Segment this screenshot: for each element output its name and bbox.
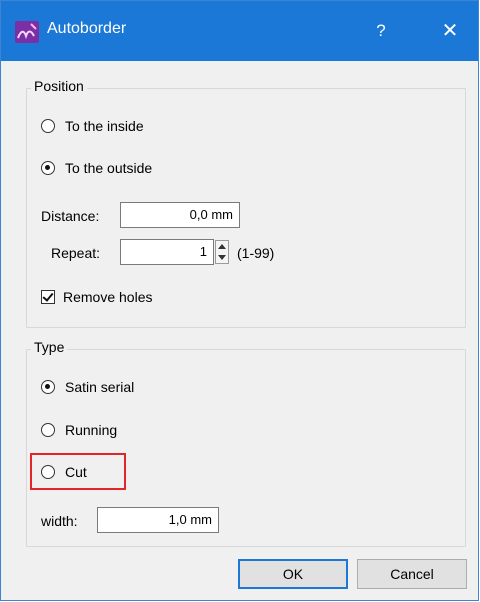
embroidery-app-icon bbox=[15, 21, 39, 43]
cut-radio[interactable] bbox=[41, 465, 55, 479]
to-outside-radio-option[interactable]: To the outside bbox=[41, 156, 152, 180]
satin-serial-radio-option[interactable]: Satin serial bbox=[41, 375, 134, 399]
remove-holes-checkbox[interactable] bbox=[41, 290, 55, 304]
running-radio-option[interactable]: Running bbox=[41, 418, 117, 442]
close-button[interactable]: ✕ bbox=[427, 11, 473, 51]
spin-up-arrow-icon[interactable] bbox=[218, 244, 226, 249]
title-bar[interactable]: Autoborder ? ✕ bbox=[1, 1, 478, 61]
spin-down-arrow-icon[interactable] bbox=[218, 255, 226, 260]
width-input[interactable]: 1,0 mm bbox=[97, 507, 219, 533]
to-outside-label: To the outside bbox=[65, 160, 153, 176]
distance-label: Distance: bbox=[41, 208, 100, 224]
remove-holes-option[interactable]: Remove holes bbox=[41, 285, 153, 309]
type-group-legend: Type bbox=[31, 339, 68, 355]
remove-holes-label: Remove holes bbox=[63, 289, 153, 305]
window-title: Autoborder bbox=[47, 20, 127, 37]
repeat-input[interactable]: 1 bbox=[120, 239, 214, 265]
running-label: Running bbox=[65, 422, 118, 438]
autoborder-dialog: Autoborder ? ✕ Position To the inside To… bbox=[0, 0, 479, 601]
satin-serial-radio[interactable] bbox=[41, 380, 55, 394]
cut-label: Cut bbox=[65, 464, 87, 480]
to-inside-label: To the inside bbox=[65, 118, 144, 134]
repeat-range-hint: (1-99) bbox=[237, 245, 275, 261]
running-radio[interactable] bbox=[41, 423, 55, 437]
satin-serial-label: Satin serial bbox=[65, 379, 135, 395]
to-inside-radio[interactable] bbox=[41, 119, 55, 133]
cut-radio-option[interactable]: Cut bbox=[41, 460, 87, 484]
ok-button[interactable]: OK bbox=[238, 559, 348, 589]
to-inside-radio-option[interactable]: To the inside bbox=[41, 114, 144, 138]
position-group-legend: Position bbox=[31, 78, 87, 94]
help-button[interactable]: ? bbox=[361, 11, 401, 51]
repeat-spinner[interactable] bbox=[215, 240, 229, 264]
distance-input[interactable]: 0,0 mm bbox=[120, 202, 240, 228]
repeat-label: Repeat: bbox=[51, 245, 101, 261]
cancel-button[interactable]: Cancel bbox=[357, 559, 467, 589]
width-label: width: bbox=[41, 513, 78, 529]
to-outside-radio[interactable] bbox=[41, 161, 55, 175]
